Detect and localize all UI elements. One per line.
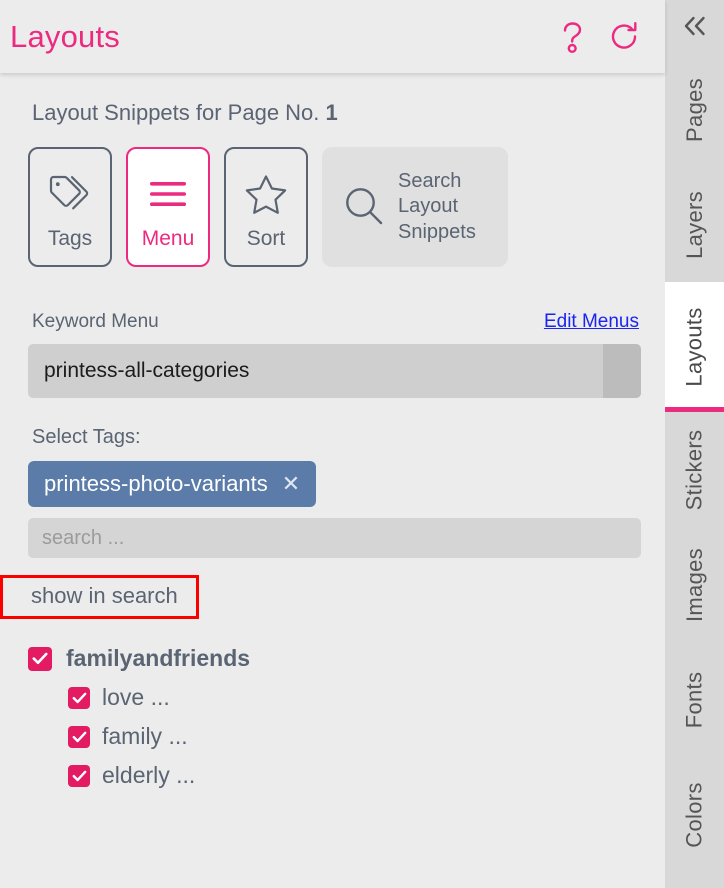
sidebar-item-colors[interactable]: Colors [665, 757, 724, 872]
search-label-line1: Search [398, 169, 462, 192]
keyword-menu-select[interactable]: printess-all-categories [28, 344, 641, 399]
show-in-search-annotation-wrap: show in search [0, 575, 641, 620]
right-sidebar: Pages Layers Layouts Stickers Images Fon… [665, 0, 724, 888]
layouts-panel: Layouts Layout Snippets for Page No. 1 T… [0, 0, 665, 888]
sidebar-item-label: Pages [681, 77, 707, 142]
sidebar-item-pages[interactable]: Pages [665, 52, 724, 167]
tree-item-label: family ... [102, 723, 188, 750]
sidebar-item-label: Stickers [681, 429, 707, 510]
page-title: Layouts [10, 19, 120, 54]
show-in-search-label[interactable]: show in search [31, 583, 178, 608]
panel-body: Layout Snippets for Page No. 1 Tags Menu… [0, 73, 665, 888]
search-label-line3: Snippets [398, 220, 476, 243]
chevron-double-left-icon[interactable] [665, 0, 724, 52]
tag-chip-label: printess-photo-variants [44, 471, 268, 497]
search-layout-snippets-button[interactable]: Search Layout Snippets [322, 147, 508, 268]
question-mark-icon[interactable] [555, 19, 591, 55]
select-tags-label: Select Tags: [32, 426, 141, 449]
tree-row[interactable]: elderly ... [68, 762, 641, 789]
sidebar-item-stickers[interactable]: Stickers [665, 412, 724, 527]
tags-button[interactable]: Tags [28, 147, 112, 268]
sidebar-item-label: Layouts [681, 307, 707, 387]
tree-item-label: familyandfriends [66, 645, 251, 672]
page-number: 1 [325, 100, 338, 125]
search-label-line2: Layout [398, 195, 459, 218]
tree-row[interactable]: love ... [68, 684, 641, 711]
tag-icon [47, 165, 93, 223]
checkbox-checked-icon[interactable] [68, 725, 90, 748]
keyword-menu-label: Keyword Menu [32, 311, 159, 333]
header-icon-group [555, 19, 643, 55]
sidebar-item-label: Layers [681, 190, 707, 259]
tree-item-label: elderly ... [102, 762, 196, 789]
keyword-menu-dropdown-arrow[interactable] [603, 344, 641, 399]
checkbox-checked-icon[interactable] [68, 764, 90, 787]
menu-button-label: Menu [141, 226, 195, 250]
sort-button-label: Sort [246, 226, 286, 250]
select-tags-block: Select Tags: printess-photo-variants ✕ [28, 426, 641, 559]
tag-tree: familyandfriends love ... family ... eld… [28, 645, 641, 789]
section-title-text: Layout Snippets for Page No. [32, 100, 326, 125]
sidebar-item-label: Colors [681, 781, 707, 848]
star-icon [243, 165, 289, 223]
keyword-menu-selected-value: printess-all-categories [44, 359, 250, 383]
selected-tag-chips: printess-photo-variants ✕ [28, 461, 641, 508]
sidebar-item-label: Images [681, 547, 707, 622]
tag-search-input[interactable] [28, 518, 641, 559]
search-layout-snippets-label: Search Layout Snippets [398, 169, 476, 246]
menu-button[interactable]: Menu [126, 147, 210, 268]
tag-chip[interactable]: printess-photo-variants ✕ [28, 461, 317, 508]
sidebar-item-layers[interactable]: Layers [665, 167, 724, 282]
tree-item-label: love ... [102, 684, 170, 711]
tags-button-label: Tags [47, 226, 93, 250]
section-title: Layout Snippets for Page No. 1 [32, 100, 641, 125]
tree-row[interactable]: familyandfriends [28, 645, 641, 672]
sidebar-item-layouts[interactable]: Layouts [665, 282, 724, 412]
sort-button[interactable]: Sort [224, 147, 308, 268]
sidebar-item-fonts[interactable]: Fonts [665, 642, 724, 757]
sidebar-item-images[interactable]: Images [665, 527, 724, 642]
search-icon [340, 182, 388, 233]
show-in-search-annotation: show in search [0, 575, 199, 620]
close-icon[interactable]: ✕ [282, 473, 300, 495]
keyword-menu-header: Keyword Menu Edit Menus [28, 311, 641, 333]
redo-icon[interactable] [607, 19, 643, 55]
checkbox-checked-icon[interactable] [68, 686, 90, 709]
tree-row[interactable]: family ... [68, 723, 641, 750]
panel-header: Layouts [0, 0, 665, 73]
keyword-menu-block: Keyword Menu Edit Menus printess-all-cat… [28, 311, 641, 399]
edit-menus-link[interactable]: Edit Menus [544, 311, 639, 333]
hamburger-icon [144, 165, 192, 223]
sidebar-item-label: Fonts [681, 671, 707, 728]
snippet-toolbar: Tags Menu Sort Search Layout Snippets [28, 147, 641, 268]
checkbox-checked-icon[interactable] [28, 646, 52, 671]
layouts-panel-app: Layouts Layout Snippets for Page No. 1 T… [0, 0, 724, 888]
